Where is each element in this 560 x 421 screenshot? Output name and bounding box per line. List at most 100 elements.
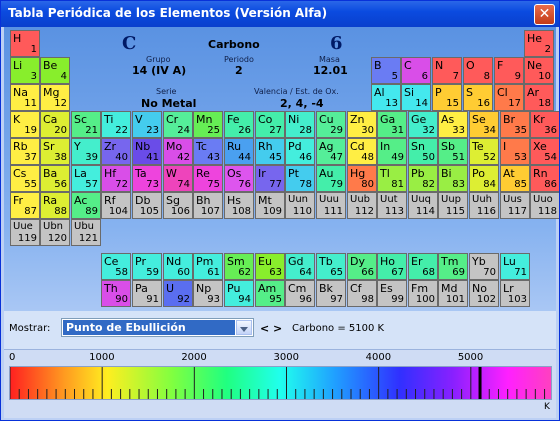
element-cell[interactable]: H1 [10, 30, 40, 57]
element-cell[interactable]: K 19 [10, 111, 40, 138]
element-cell[interactable]: Uut 113 [377, 192, 407, 219]
element-cell[interactable]: Ti 22 [101, 111, 131, 138]
element-cell[interactable]: Db 105 [132, 192, 162, 219]
element-cell[interactable]: No 102 [469, 280, 499, 307]
element-cell[interactable]: Yb 70 [469, 253, 499, 280]
element-cell[interactable]: Hs 108 [224, 192, 254, 219]
element-cell[interactable]: He 2 [524, 30, 554, 57]
element-cell[interactable]: Uue 119 [10, 219, 40, 246]
element-cell[interactable]: Ba 56 [40, 165, 70, 192]
element-cell[interactable]: Uun 110 [285, 192, 315, 219]
chevron-down-icon[interactable] [236, 320, 252, 335]
element-cell[interactable]: La 57 [71, 165, 101, 192]
element-cell[interactable]: Bk 97 [316, 280, 346, 307]
element-cell[interactable]: Sc 21 [71, 111, 101, 138]
element-cell[interactable]: Zn 30 [347, 111, 377, 138]
element-cell[interactable]: Y 39 [71, 138, 101, 165]
element-cell[interactable]: Ubn 120 [40, 219, 70, 246]
element-cell[interactable]: Sm 62 [224, 253, 254, 280]
element-cell[interactable]: Uuh 116 [469, 192, 499, 219]
element-cell[interactable]: Pa 91 [132, 280, 162, 307]
title-bar[interactable]: Tabla Periódica de los Elementos (Versió… [1, 1, 559, 27]
element-cell[interactable]: Hf 72 [101, 165, 131, 192]
element-cell[interactable]: Ac 89 [71, 192, 101, 219]
element-cell[interactable]: U 92 [163, 280, 193, 307]
element-cell[interactable]: B5 [371, 57, 401, 84]
close-button[interactable]: ✕ [534, 4, 555, 25]
element-cell[interactable]: Sg 106 [163, 192, 193, 219]
element-cell[interactable]: At 85 [500, 165, 530, 192]
element-cell[interactable]: Cd 48 [347, 138, 377, 165]
element-cell[interactable]: Mt 109 [255, 192, 285, 219]
element-cell[interactable]: Cf 98 [347, 280, 377, 307]
element-cell[interactable]: Th 90 [101, 280, 131, 307]
element-cell[interactable]: Bh 107 [193, 192, 223, 219]
element-cell[interactable]: Mn 25 [193, 111, 223, 138]
element-cell[interactable]: Np 93 [193, 280, 223, 307]
element-cell[interactable]: Ho 67 [377, 253, 407, 280]
element-cell[interactable]: Ni 28 [285, 111, 315, 138]
element-cell[interactable]: Mg 12 [40, 84, 70, 111]
element-cell[interactable]: Ce 58 [101, 253, 131, 280]
element-cell[interactable]: Be 4 [40, 57, 70, 84]
element-cell[interactable]: Os 76 [224, 165, 254, 192]
element-cell[interactable]: Ubu 121 [71, 219, 101, 246]
element-cell[interactable]: Rn 86 [530, 165, 559, 192]
element-cell[interactable]: Lu 71 [500, 253, 530, 280]
property-select[interactable]: Punto de Ebullición [61, 318, 254, 337]
element-cell[interactable]: Uuq 114 [408, 192, 438, 219]
element-cell[interactable]: Cl 17 [494, 84, 524, 111]
element-cell[interactable]: Uuu 111 [316, 192, 346, 219]
element-cell[interactable]: Er 68 [408, 253, 438, 280]
element-cell[interactable]: Sr 38 [40, 138, 70, 165]
element-cell[interactable]: P 15 [432, 84, 462, 111]
element-cell[interactable]: Pd 46 [285, 138, 315, 165]
element-cell[interactable]: Uus 117 [500, 192, 530, 219]
element-cell[interactable]: Xe 54 [530, 138, 559, 165]
element-cell[interactable]: W 74 [163, 165, 193, 192]
element-cell[interactable]: Rf 104 [101, 192, 131, 219]
element-cell[interactable]: Ru 44 [224, 138, 254, 165]
element-cell[interactable]: S 16 [463, 84, 493, 111]
element-cell[interactable]: Po 84 [469, 165, 499, 192]
element-cell[interactable]: Au 79 [316, 165, 346, 192]
element-cell[interactable]: Ta 73 [132, 165, 162, 192]
element-cell[interactable]: Am 95 [255, 280, 285, 307]
element-cell[interactable]: Dy 66 [347, 253, 377, 280]
element-cell[interactable]: Se 34 [469, 111, 499, 138]
element-cell[interactable]: Zr 40 [101, 138, 131, 165]
element-cell[interactable]: Pt 78 [285, 165, 315, 192]
element-cell[interactable]: Te 52 [469, 138, 499, 165]
element-cell[interactable]: Cm 96 [285, 280, 315, 307]
property-nav-arrows[interactable]: < > [260, 322, 282, 335]
element-cell[interactable]: Na 11 [10, 84, 40, 111]
element-cell[interactable]: Fe 26 [224, 111, 254, 138]
element-cell[interactable]: Ar 18 [524, 84, 554, 111]
element-cell[interactable]: Cr 24 [163, 111, 193, 138]
element-cell[interactable]: Pm 61 [193, 253, 223, 280]
element-cell[interactable]: Sn 50 [408, 138, 438, 165]
element-cell[interactable]: Co 27 [255, 111, 285, 138]
element-cell[interactable]: Nd 60 [163, 253, 193, 280]
element-cell[interactable]: Sb 51 [438, 138, 468, 165]
element-cell[interactable]: Al 13 [371, 84, 401, 111]
element-cell[interactable]: Uuo 118 [530, 192, 559, 219]
element-cell[interactable]: Hg 80 [347, 165, 377, 192]
element-cell[interactable]: Pb 82 [408, 165, 438, 192]
element-cell[interactable]: Ir 77 [255, 165, 285, 192]
element-cell[interactable]: Gd 64 [285, 253, 315, 280]
element-cell[interactable]: Ra 88 [40, 192, 70, 219]
element-cell[interactable]: Nb 41 [132, 138, 162, 165]
element-cell[interactable]: Tc 43 [193, 138, 223, 165]
element-cell[interactable]: As 33 [438, 111, 468, 138]
element-cell[interactable]: Fr 87 [10, 192, 40, 219]
element-cell[interactable]: Cs 55 [10, 165, 40, 192]
element-cell[interactable]: Ne 10 [524, 57, 554, 84]
element-cell[interactable]: Ag 47 [316, 138, 346, 165]
element-cell[interactable]: Ge 32 [408, 111, 438, 138]
element-cell[interactable]: Si 14 [401, 84, 431, 111]
element-cell[interactable]: Tm 69 [438, 253, 468, 280]
element-cell[interactable]: O8 [463, 57, 493, 84]
element-cell[interactable]: Uup 115 [438, 192, 468, 219]
element-cell[interactable]: Bi 83 [438, 165, 468, 192]
